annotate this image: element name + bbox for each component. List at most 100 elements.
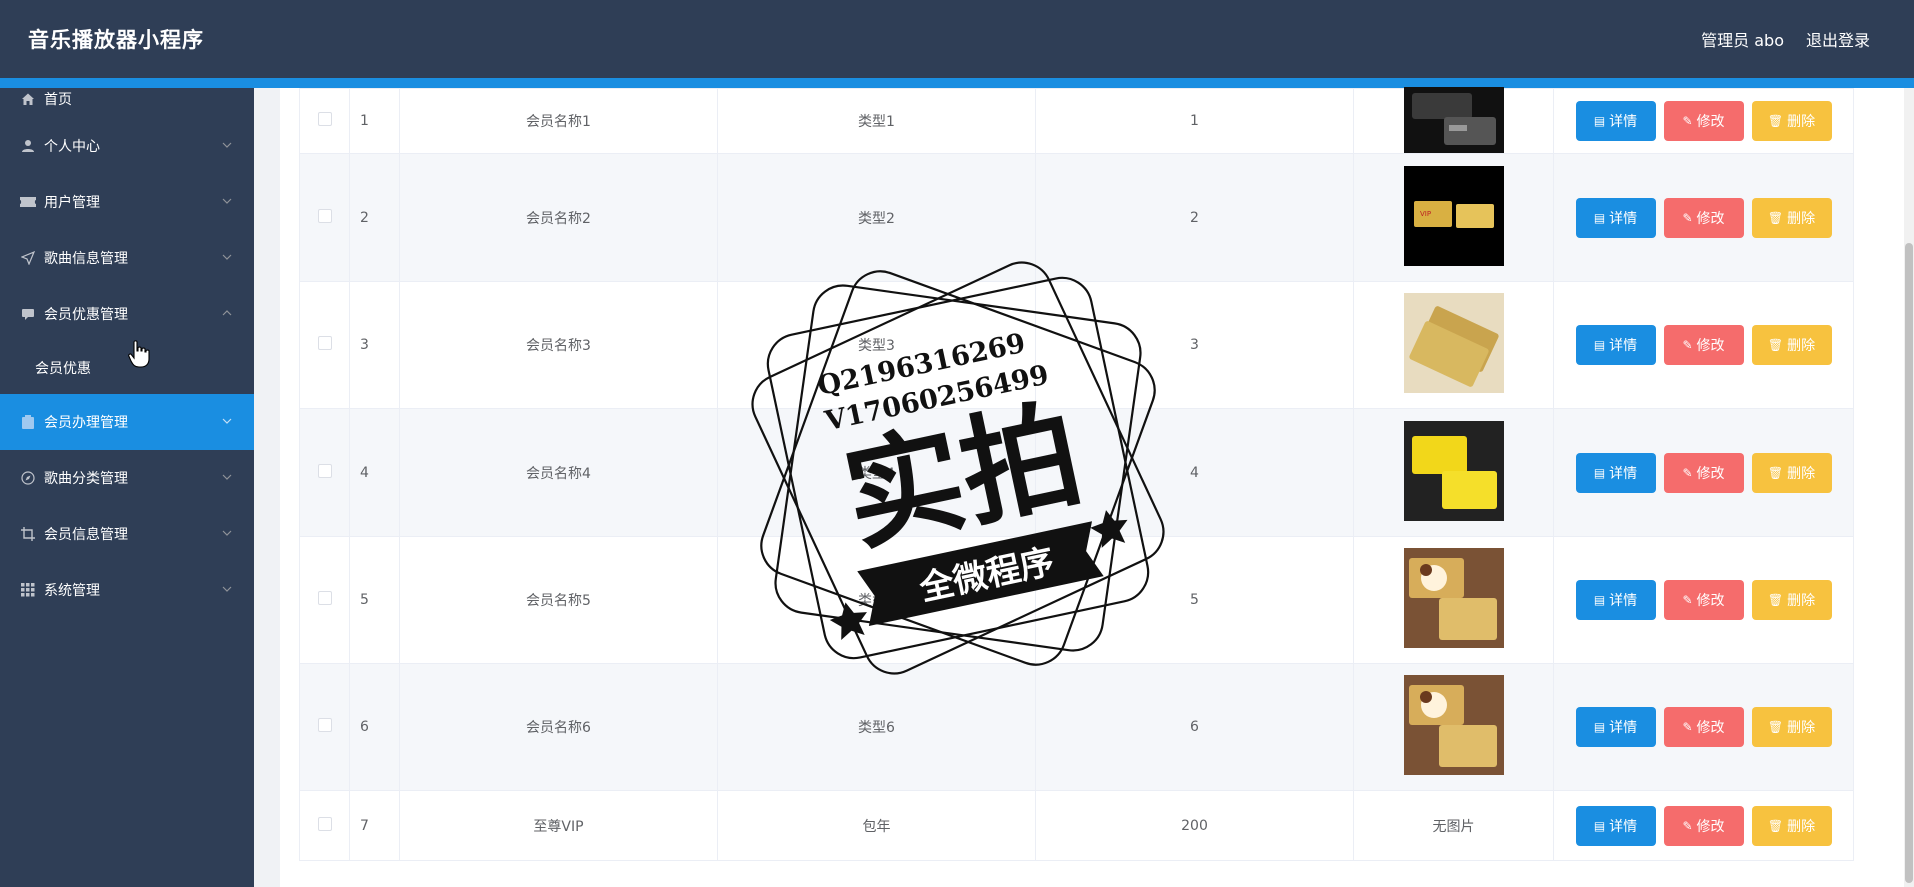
card-image: VIP [1403,165,1504,266]
row-value: 2 [1035,153,1354,282]
sidebar-item-song-category[interactable]: 歌曲分类管理 [0,450,254,506]
chevron-down-icon [222,142,232,148]
document-icon: ▤ [1593,465,1606,480]
app-title: 音乐播放器小程序 [28,28,204,52]
detail-button[interactable]: ▤ 详情 [1575,197,1656,238]
edit-button[interactable]: ✎ 修改 [1663,580,1744,620]
delete-button[interactable]: 🗑 删除 [1751,101,1832,141]
delete-button[interactable]: 🗑 删除 [1751,197,1832,238]
row-type: 类型3 [717,281,1036,409]
sidebar-item-label: 会员办理管理 [44,415,128,431]
sidebar-item-label: 系统管理 [44,583,100,599]
row-no-image: 无图片 [1353,790,1554,861]
pencil-icon: ✎ [1682,210,1693,225]
row-checkbox[interactable] [317,591,332,605]
delete-button[interactable]: 🗑 删除 [1751,707,1832,747]
document-icon: ▤ [1593,114,1606,128]
sidebar-item-label: 会员优惠管理 [44,307,128,323]
row-name: 会员名称6 [399,663,718,791]
sidebar-item-member-register[interactable]: 会员办理管理 [0,394,254,450]
sidebar-item-label: 会员信息管理 [44,527,128,543]
sidebar-item-label: 歌曲信息管理 [44,251,128,267]
trash-icon: 🗑 [1767,720,1784,734]
chat-icon [20,306,36,322]
pencil-icon: ✎ [1682,465,1693,480]
delete-button[interactable]: 🗑 删除 [1751,452,1832,493]
row-checkbox[interactable] [317,463,332,478]
detail-button[interactable]: ▤ 详情 [1575,580,1656,620]
edit-button[interactable]: ✎ 修改 [1663,805,1744,846]
edit-button[interactable]: ✎ 修改 [1663,707,1744,747]
sidebar-item-label: 用户管理 [44,195,100,211]
table-row: 7 至尊VIP 包年 200 无图片 ▤ 详情 ✎ 修改 🗑 删除 [299,790,1854,861]
scrollbar-thumb[interactable] [1905,243,1913,883]
delete-button[interactable]: 🗑 删除 [1751,325,1832,365]
sidebar-subitem-member-discount[interactable]: 会员优惠 [0,342,254,394]
trash-icon: 🗑 [1767,818,1784,833]
row-index: 3 [349,281,400,409]
chevron-down-icon [222,418,232,424]
hand-cursor-icon [128,340,150,368]
sidebar-item-songs[interactable]: 歌曲信息管理 [0,230,254,286]
row-value: 6 [1035,663,1354,791]
detail-button[interactable]: ▤ 详情 [1575,452,1656,493]
detail-button[interactable]: ▤ 详情 [1575,101,1656,141]
card-image [1403,420,1504,521]
row-index: 6 [349,663,400,791]
row-checkbox[interactable] [317,112,332,126]
detail-button[interactable]: ▤ 详情 [1575,805,1656,846]
row-type: 包年 [717,790,1036,861]
row-name: 会员名称3 [399,281,718,409]
logout-link[interactable]: 退出登录 [1806,27,1870,51]
row-index: 4 [349,408,400,537]
card-image [1403,293,1504,393]
page-scrollbar[interactable] [1904,88,1914,887]
edit-button[interactable]: ✎ 修改 [1663,101,1744,141]
admin-label: 管理员 abo [1701,31,1784,50]
pencil-icon: ✎ [1682,818,1693,833]
clipboard-icon [20,414,36,430]
sidebar-item-member-info[interactable]: 会员信息管理 [0,506,254,562]
table-row: 4 会员名称4 类型4 4 ▤ 详情 ✎ 修改 🗑 删除 [299,408,1854,537]
table-row: 6 会员名称6 类型6 6 ▤ 详情 ✎ 修改 🗑 删除 [299,663,1854,791]
trash-icon: 🗑 [1767,465,1784,480]
sidebar-item-profile[interactable]: 个人中心 [0,118,254,174]
row-value: 3 [1035,281,1354,409]
trash-icon: 🗑 [1767,210,1784,225]
sidebar-item-label: 会员优惠 [35,361,91,377]
row-index: 2 [349,153,400,282]
card-image [1403,548,1504,648]
sidebar-item-home[interactable]: 首页 [0,80,254,118]
table-row: 5 会员名称5 类型5 5 ▤ 详情 ✎ 修改 🗑 删除 [299,536,1854,664]
detail-button[interactable]: ▤ 详情 [1575,325,1656,365]
delete-button[interactable]: 🗑 删除 [1751,580,1832,620]
document-icon: ▤ [1593,210,1606,225]
document-icon: ▤ [1593,593,1606,607]
sidebar-item-system[interactable]: 系统管理 [0,562,254,618]
chevron-down-icon [222,474,232,480]
sidebar-item-users[interactable]: 用户管理 [0,174,254,230]
chevron-down-icon [222,586,232,592]
table-row: 3 会员名称3 类型3 3 ▤ 详情 ✎ 修改 🗑 删除 [299,281,1854,409]
sidebar-item-member-discount[interactable]: 会员优惠管理 [0,286,254,342]
row-checkbox[interactable] [317,336,332,350]
top-header: 音乐播放器小程序 管理员 abo 退出登录 [0,0,1914,78]
edit-button[interactable]: ✎ 修改 [1663,452,1744,493]
row-index: 7 [349,790,400,861]
row-name: 会员名称4 [399,408,718,537]
row-checkbox[interactable] [317,718,332,732]
detail-button[interactable]: ▤ 详情 [1575,707,1656,747]
crop-icon [20,526,36,542]
delete-button[interactable]: 🗑 删除 [1751,805,1832,846]
edit-button[interactable]: ✎ 修改 [1663,325,1744,365]
row-value: 200 [1035,790,1354,861]
trash-icon: 🗑 [1767,338,1784,352]
table-panel: 1 会员名称1 类型1 1 ▤ 详情 ✎ 修改 🗑 删除 2 会员名称2 类型2… [280,87,1914,887]
edit-button[interactable]: ✎ 修改 [1663,197,1744,238]
sidebar-item-label: 个人中心 [44,139,100,155]
sidebar: 首页 个人中心 用户管理 歌曲信息管理 会员优惠管理 会员优惠 会员办理管理 歌… [0,88,254,887]
row-checkbox[interactable] [317,208,332,223]
row-checkbox[interactable] [317,816,332,831]
row-type: 类型5 [717,536,1036,664]
main-content: 1 会员名称1 类型1 1 ▤ 详情 ✎ 修改 🗑 删除 2 会员名称2 类型2… [254,87,1914,887]
